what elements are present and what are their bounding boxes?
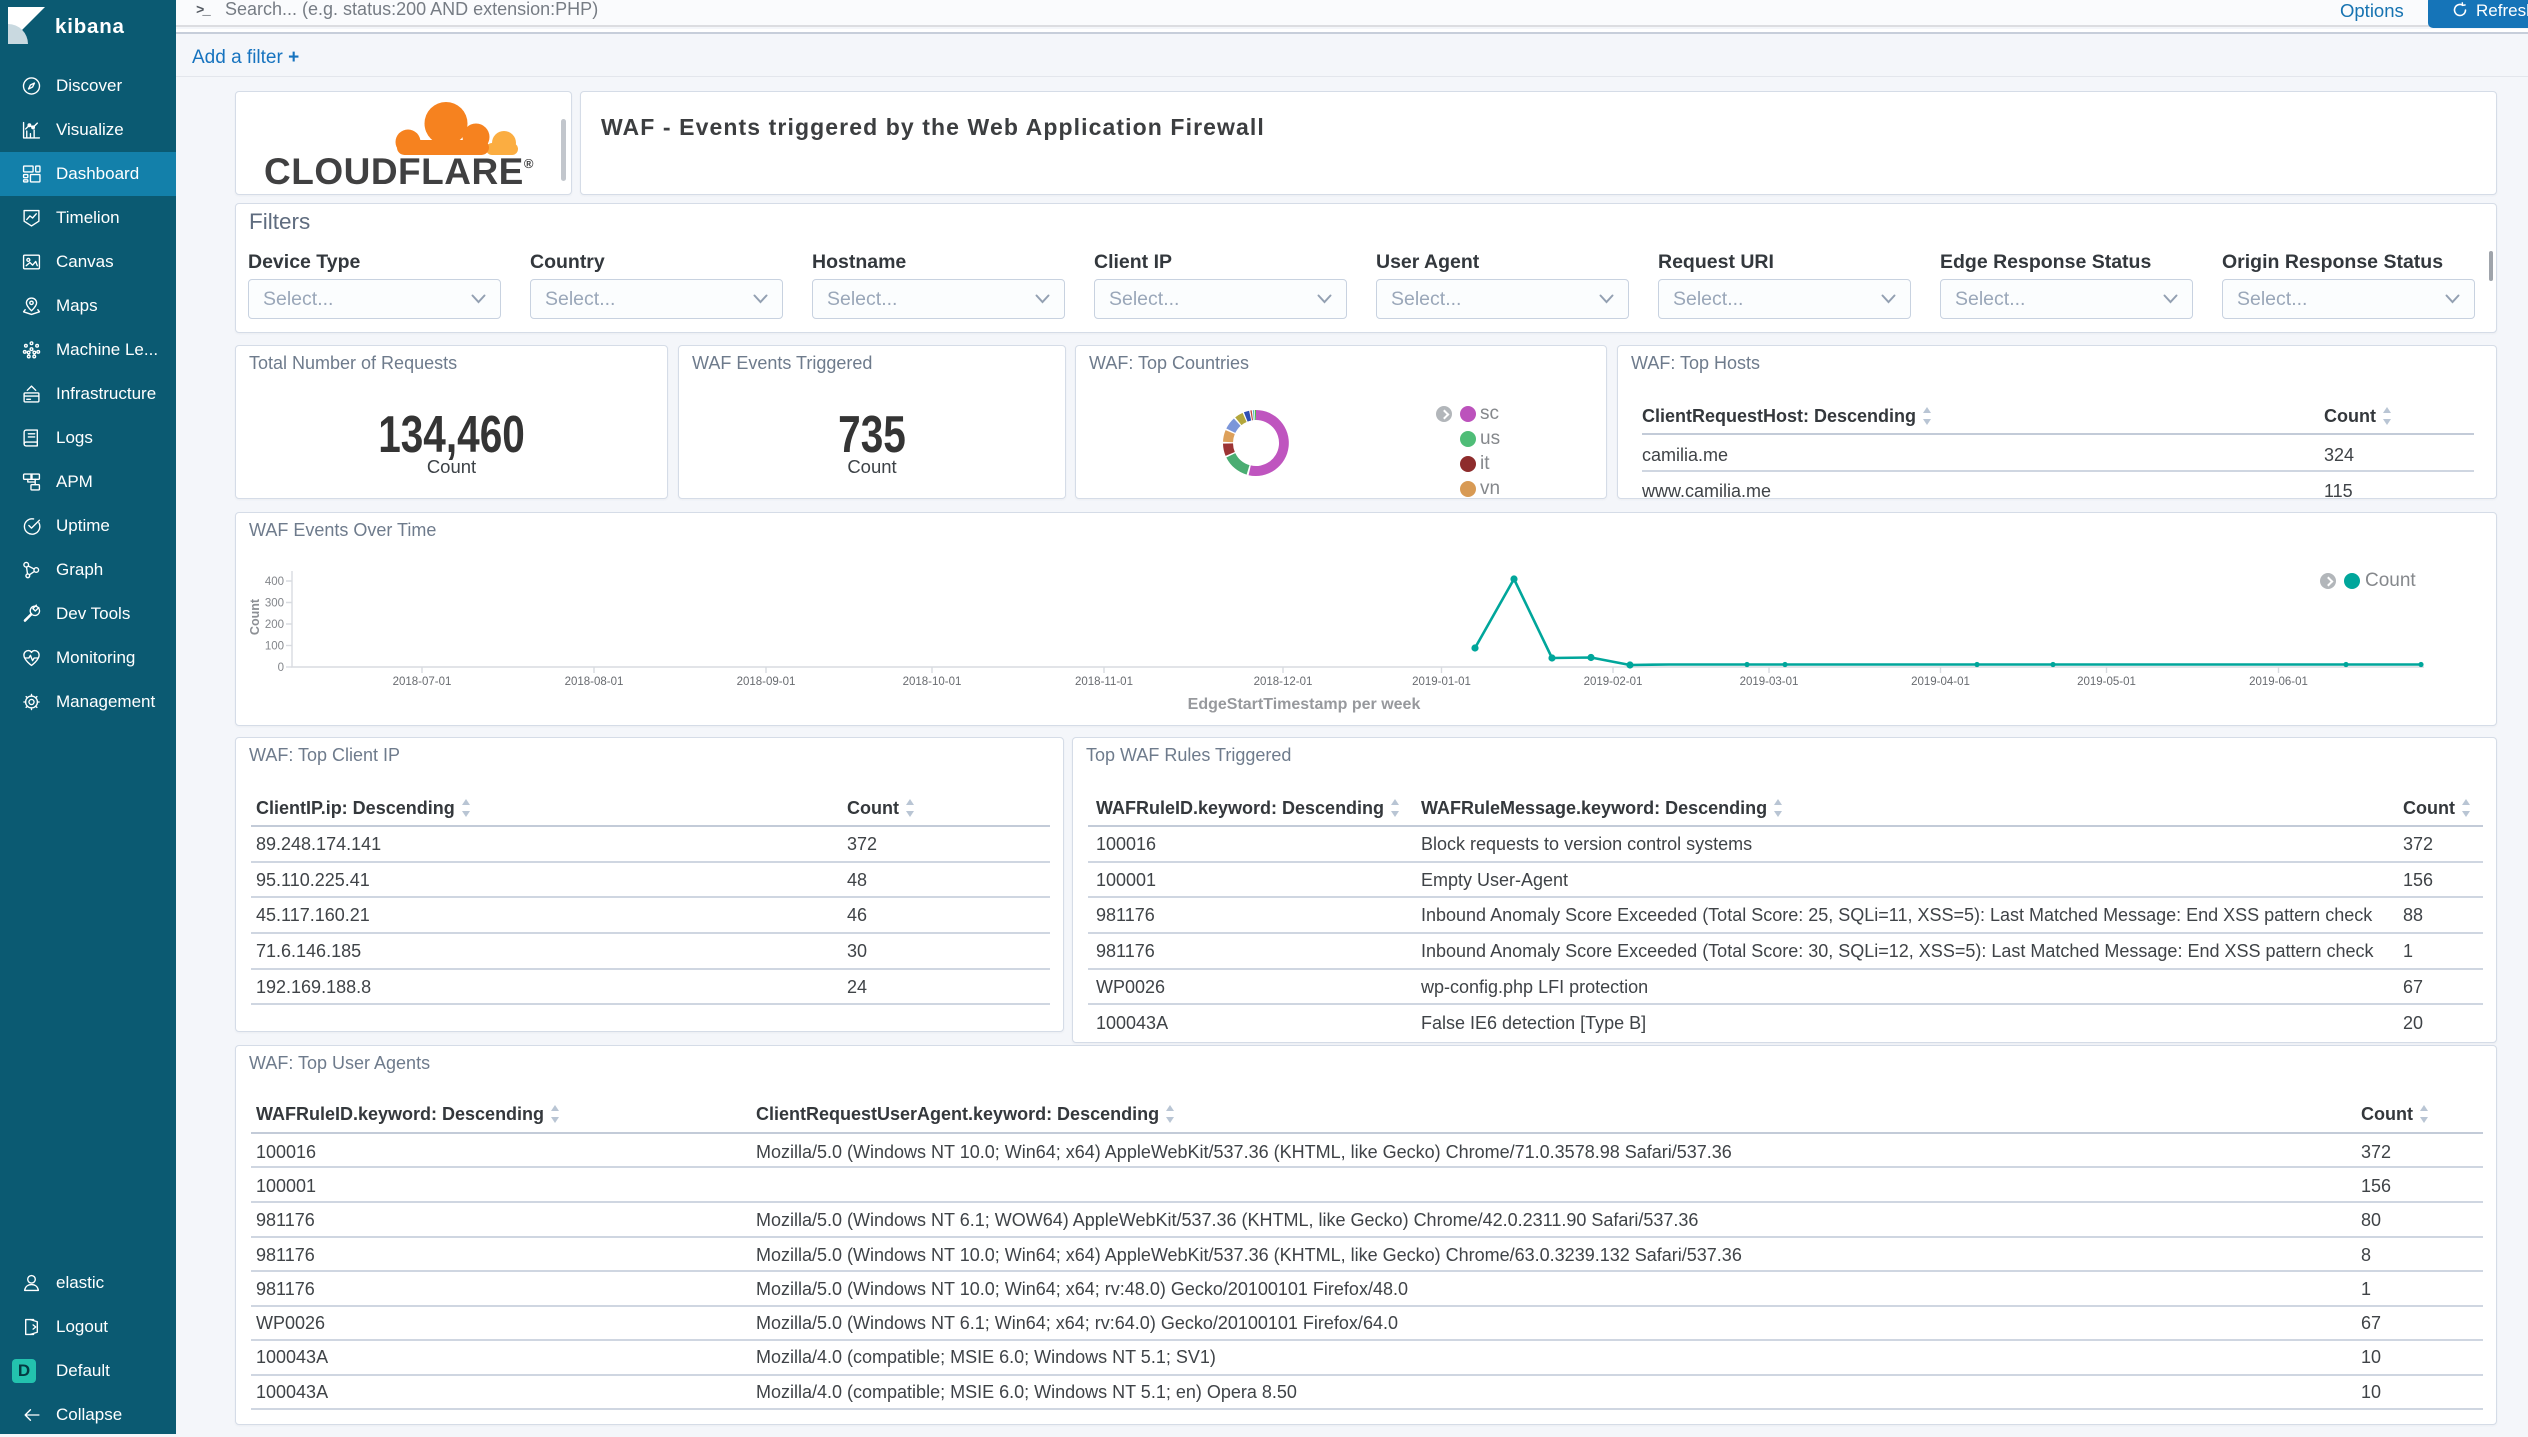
svg-text:2019-04-01: 2019-04-01 <box>1911 676 1970 688</box>
svg-text:2018-10-01: 2018-10-01 <box>903 676 962 688</box>
svg-text:2018-09-01: 2018-09-01 <box>737 676 796 688</box>
svg-text:EdgeStartTimestamp per week: EdgeStartTimestamp per week <box>1188 696 1421 713</box>
svg-text:2018-12-01: 2018-12-01 <box>1254 676 1313 688</box>
svg-text:2018-11-01: 2018-11-01 <box>1075 676 1133 688</box>
svg-text:2018-07-01: 2018-07-01 <box>393 676 452 688</box>
svg-text:2019-05-01: 2019-05-01 <box>2077 676 2136 688</box>
svg-text:100: 100 <box>265 641 284 653</box>
svg-text:400: 400 <box>265 576 284 588</box>
svg-text:0: 0 <box>278 662 284 674</box>
svg-text:2019-01-01: 2019-01-01 <box>1412 676 1471 688</box>
svg-text:2019-02-01: 2019-02-01 <box>1584 676 1643 688</box>
svg-text:2019-06-01: 2019-06-01 <box>2249 676 2308 688</box>
svg-text:2018-08-01: 2018-08-01 <box>565 676 624 688</box>
svg-text:2019-03-01: 2019-03-01 <box>1740 676 1799 688</box>
svg-text:300: 300 <box>265 598 284 610</box>
svg-text:200: 200 <box>265 619 284 631</box>
svg-text:Count: Count <box>248 598 262 635</box>
